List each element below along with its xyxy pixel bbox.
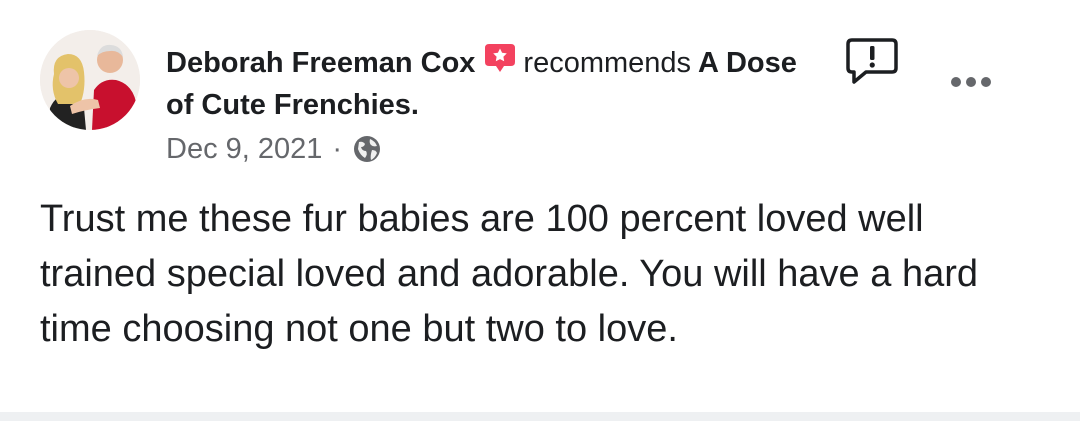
recommendation-post: Deborah Freeman Cox recommends A Dose of… bbox=[0, 0, 1080, 421]
more-options-icon[interactable] bbox=[946, 62, 996, 102]
post-date[interactable]: Dec 9, 2021 bbox=[166, 131, 322, 167]
post-body-text: Trust me these fur babies are 100 percen… bbox=[40, 198, 978, 350]
post-divider bbox=[0, 412, 1080, 421]
avatar-photo bbox=[40, 30, 140, 130]
globe-icon bbox=[352, 134, 382, 164]
post-meta: Dec 9, 2021 · bbox=[166, 131, 382, 167]
report-flag-icon[interactable] bbox=[846, 36, 898, 86]
meta-separator: · bbox=[332, 133, 343, 165]
recommends-label: recommends bbox=[523, 47, 692, 79]
author-name[interactable]: Deborah Freeman Cox bbox=[166, 47, 475, 79]
recommend-star-badge-icon bbox=[483, 42, 517, 76]
author-avatar[interactable] bbox=[40, 30, 140, 130]
post-header: Deborah Freeman Cox recommends A Dose of… bbox=[166, 42, 806, 126]
